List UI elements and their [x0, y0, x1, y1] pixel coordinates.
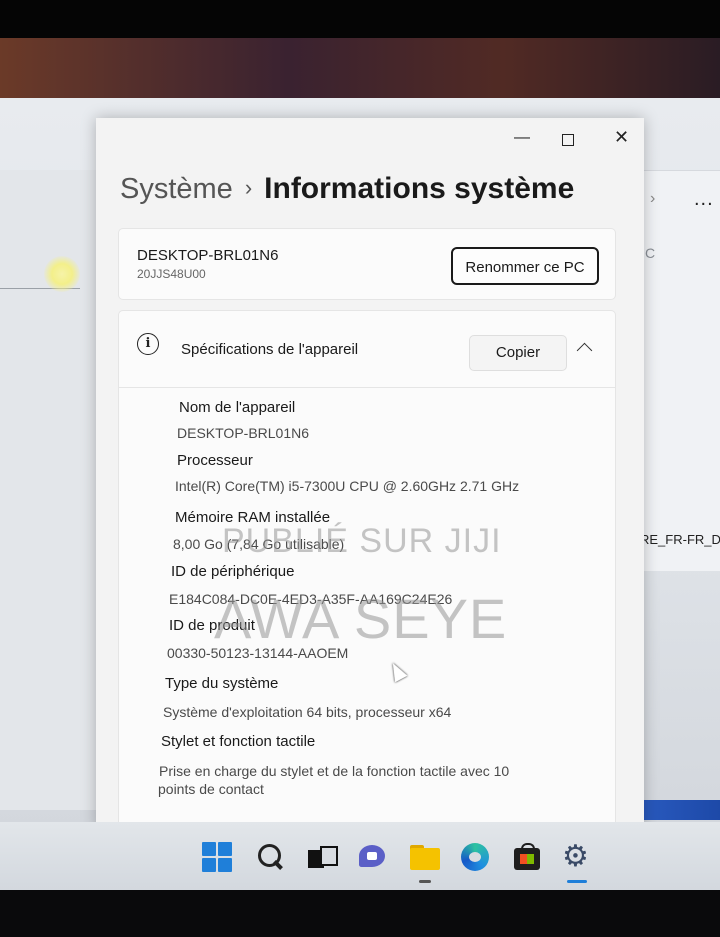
device-specifications-card: i Spécifications de l'appareil Copier No… — [118, 310, 616, 832]
background-more-button[interactable]: ... — [694, 188, 714, 211]
info-icon: i — [137, 333, 159, 355]
spec-value-system-type: Système d'exploitation 64 bits, processe… — [163, 704, 452, 720]
spec-label-processor: Processeur — [177, 452, 253, 469]
specifications-title: Spécifications de l'appareil — [181, 341, 359, 358]
background-filename-text: RE_FR-FR_DV9 — [640, 532, 720, 547]
start-icon[interactable] — [202, 842, 232, 872]
rename-pc-button[interactable]: Renommer ce PC — [451, 247, 599, 285]
spec-label-device-id: ID de périphérique — [171, 563, 295, 580]
background-fragment-text: C — [645, 245, 656, 261]
copy-button[interactable]: Copier — [469, 335, 567, 371]
page-title: Informations système — [264, 172, 575, 205]
search-icon[interactable] — [256, 842, 286, 872]
chat-icon[interactable] — [358, 842, 388, 872]
watermark-line2: AWA SEYE — [214, 587, 508, 650]
background-right-panel — [640, 170, 720, 571]
file-explorer-icon[interactable] — [410, 842, 440, 883]
spec-value-device-name: DESKTOP-BRL01N6 — [177, 425, 310, 441]
settings-window: — ✕ Système › Informations système DESKTOP… — [96, 118, 644, 832]
background-blue-strip — [636, 800, 720, 820]
minimize-button[interactable]: — — [514, 130, 530, 146]
spec-label-system-type: Type du système — [165, 675, 279, 692]
background-chevron-icon: › — [650, 190, 656, 207]
pc-name: DESKTOP-BRL01N6 — [137, 247, 279, 264]
chevron-up-icon[interactable] — [576, 342, 593, 359]
close-button[interactable]: ✕ — [614, 128, 629, 146]
spec-label-pen-touch: Stylet et fonction tactile — [161, 733, 316, 750]
breadcrumb-parent-link[interactable]: Système — [120, 173, 233, 205]
spec-value-pen-touch: Prise en charge du stylet et de la fonct… — [159, 763, 510, 779]
screen-bezel-bottom — [0, 890, 720, 937]
task-view-icon[interactable] — [306, 842, 338, 872]
edge-icon[interactable] — [460, 842, 490, 872]
breadcrumb-chevron-icon: › — [244, 175, 253, 200]
screen-bezel-top — [0, 0, 720, 42]
light-glare — [44, 256, 80, 292]
spec-label-device-name: Nom de l'appareil — [179, 399, 296, 416]
maximize-button[interactable] — [562, 134, 574, 146]
store-icon[interactable] — [512, 842, 542, 872]
watermark-line1: PUBLIÉ SUR JIJI — [222, 522, 502, 560]
pc-model: 20JJS48U00 — [137, 267, 206, 281]
pc-name-card: DESKTOP-BRL01N6 20JJS48U00 Renommer ce P… — [118, 228, 616, 300]
spec-value-pen-touch-line2: points de contact — [158, 781, 264, 797]
settings-icon[interactable]: ⚙ — [562, 842, 592, 883]
breadcrumb: Système › Informations système — [120, 172, 574, 206]
spec-value-processor: Intel(R) Core(TM) i5-7300U CPU @ 2.60GHz… — [175, 478, 520, 494]
device-specifications-header[interactable]: i Spécifications de l'appareil Copier — [119, 311, 615, 388]
